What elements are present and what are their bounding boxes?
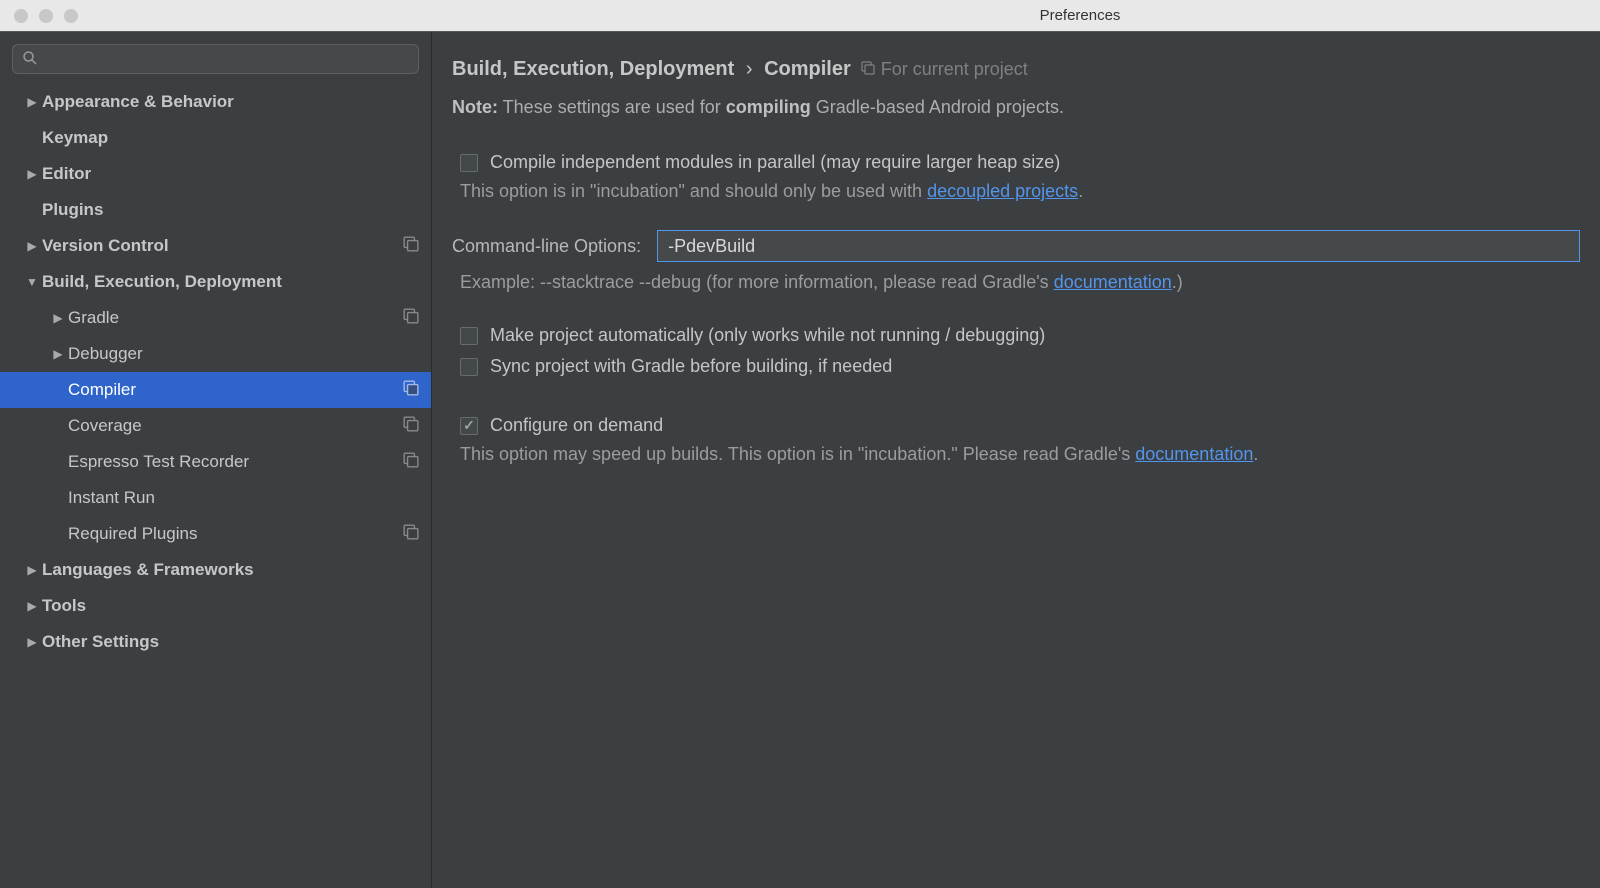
project-scope-icon bbox=[403, 524, 419, 545]
titlebar: Preferences bbox=[0, 0, 1600, 32]
sidebar-item-compiler[interactable]: Compiler bbox=[0, 372, 431, 408]
sidebar-item-build-execution-deployment[interactable]: ▼Build, Execution, Deployment bbox=[0, 264, 431, 300]
sidebar-item-keymap[interactable]: Keymap bbox=[0, 120, 431, 156]
sidebar-item-label: Instant Run bbox=[68, 488, 419, 508]
sidebar-item-debugger[interactable]: ▶Debugger bbox=[0, 336, 431, 372]
window-title: Preferences bbox=[280, 7, 1600, 24]
sidebar-item-label: Keymap bbox=[42, 128, 419, 148]
window-minimize-button[interactable] bbox=[39, 9, 53, 23]
sidebar-item-label: Compiler bbox=[68, 380, 403, 400]
sidebar-item-label: Debugger bbox=[68, 344, 419, 364]
compile-parallel-checkbox[interactable] bbox=[460, 154, 478, 172]
sidebar-item-label: Languages & Frameworks bbox=[42, 560, 419, 580]
compile-parallel-hint: This option is in "incubation" and shoul… bbox=[452, 181, 1580, 202]
tree-arrow-icon: ▶ bbox=[22, 95, 42, 109]
sidebar-item-label: Tools bbox=[42, 596, 419, 616]
sidebar-item-label: Editor bbox=[42, 164, 419, 184]
main-panel: Build, Execution, Deployment › Compiler … bbox=[432, 32, 1600, 888]
compile-parallel-label: Compile independent modules in parallel … bbox=[490, 152, 1060, 173]
tree-arrow-icon: ▶ bbox=[48, 347, 68, 361]
sidebar-item-label: Appearance & Behavior bbox=[42, 92, 419, 112]
tree-arrow-icon: ▶ bbox=[48, 311, 68, 325]
sync-before-label: Sync project with Gradle before building… bbox=[490, 356, 892, 377]
scope-label: For current project bbox=[881, 59, 1028, 80]
sidebar-item-appearance-behavior[interactable]: ▶Appearance & Behavior bbox=[0, 84, 431, 120]
configure-on-demand-hint: This option may speed up builds. This op… bbox=[452, 444, 1580, 465]
project-scope-icon bbox=[861, 59, 875, 80]
cmdline-example: Example: --stacktrace --debug (for more … bbox=[452, 272, 1580, 293]
tree-arrow-icon: ▶ bbox=[22, 563, 42, 577]
sidebar-item-coverage[interactable]: Coverage bbox=[0, 408, 431, 444]
configure-on-demand-checkbox[interactable] bbox=[460, 417, 478, 435]
sidebar-item-plugins[interactable]: Plugins bbox=[0, 192, 431, 228]
sidebar-item-label: Required Plugins bbox=[68, 524, 403, 544]
search-input[interactable] bbox=[12, 44, 419, 74]
gradle-doc-link-2[interactable]: documentation bbox=[1135, 444, 1253, 464]
sidebar-item-languages-frameworks[interactable]: ▶Languages & Frameworks bbox=[0, 552, 431, 588]
note-line: Note: These settings are used for compil… bbox=[452, 97, 1580, 118]
decoupled-projects-link[interactable]: decoupled projects bbox=[927, 181, 1078, 201]
sidebar-item-label: Other Settings bbox=[42, 632, 419, 652]
gradle-doc-link-1[interactable]: documentation bbox=[1054, 272, 1172, 292]
project-scope-icon bbox=[403, 236, 419, 257]
sidebar-item-label: Coverage bbox=[68, 416, 403, 436]
sidebar-item-tools[interactable]: ▶Tools bbox=[0, 588, 431, 624]
sidebar-item-espresso-test-recorder[interactable]: Espresso Test Recorder bbox=[0, 444, 431, 480]
project-scope-icon bbox=[403, 452, 419, 473]
tree-arrow-icon: ▶ bbox=[22, 239, 42, 253]
breadcrumb-separator: › bbox=[746, 58, 753, 80]
sidebar-item-label: Espresso Test Recorder bbox=[68, 452, 403, 472]
sidebar-item-version-control[interactable]: ▶Version Control bbox=[0, 228, 431, 264]
window-zoom-button[interactable] bbox=[64, 9, 78, 23]
sidebar-item-required-plugins[interactable]: Required Plugins bbox=[0, 516, 431, 552]
sidebar: ▶Appearance & BehaviorKeymap▶EditorPlugi… bbox=[0, 32, 432, 888]
make-auto-checkbox[interactable] bbox=[460, 327, 478, 345]
make-auto-label: Make project automatically (only works w… bbox=[490, 325, 1045, 346]
sidebar-item-label: Version Control bbox=[42, 236, 403, 256]
project-scope-icon bbox=[403, 416, 419, 437]
sidebar-item-label: Gradle bbox=[68, 308, 403, 328]
sidebar-item-editor[interactable]: ▶Editor bbox=[0, 156, 431, 192]
sidebar-item-other-settings[interactable]: ▶Other Settings bbox=[0, 624, 431, 660]
project-scope-icon bbox=[403, 380, 419, 401]
tree-arrow-icon: ▼ bbox=[22, 275, 42, 289]
sidebar-item-label: Build, Execution, Deployment bbox=[42, 272, 419, 292]
sidebar-item-gradle[interactable]: ▶Gradle bbox=[0, 300, 431, 336]
sync-before-checkbox[interactable] bbox=[460, 358, 478, 376]
cmdline-options-input[interactable] bbox=[657, 230, 1580, 262]
sidebar-item-label: Plugins bbox=[42, 200, 419, 220]
sidebar-item-instant-run[interactable]: Instant Run bbox=[0, 480, 431, 516]
configure-on-demand-label: Configure on demand bbox=[490, 415, 663, 436]
window-close-button[interactable] bbox=[14, 9, 28, 23]
cmdline-options-label: Command-line Options: bbox=[452, 236, 641, 257]
tree-arrow-icon: ▶ bbox=[22, 599, 42, 613]
breadcrumb-leaf: Compiler bbox=[764, 58, 851, 80]
tree-arrow-icon: ▶ bbox=[22, 635, 42, 649]
tree-arrow-icon: ▶ bbox=[22, 167, 42, 181]
breadcrumb-parent: Build, Execution, Deployment bbox=[452, 58, 734, 80]
project-scope-icon bbox=[403, 308, 419, 329]
traffic-lights bbox=[0, 9, 78, 23]
breadcrumb: Build, Execution, Deployment › Compiler … bbox=[452, 58, 1580, 81]
